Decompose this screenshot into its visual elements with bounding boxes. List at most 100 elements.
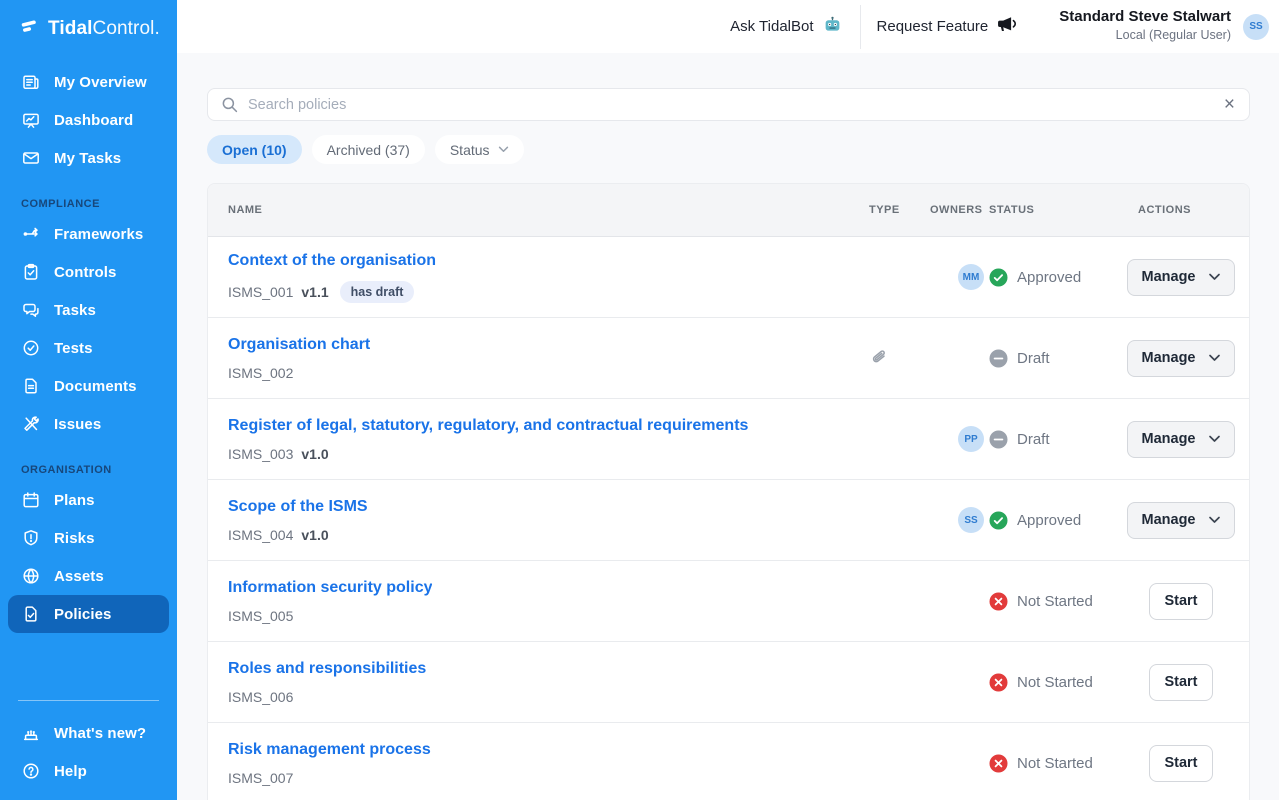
draft-minus-icon bbox=[989, 430, 1008, 449]
manage-button[interactable]: Manage bbox=[1127, 502, 1235, 539]
user-role: Local (Regular User) bbox=[1059, 27, 1231, 45]
manage-button[interactable]: Manage bbox=[1127, 340, 1235, 377]
status-label: Approved bbox=[1017, 269, 1081, 286]
policy-name-link[interactable]: Information security policy bbox=[228, 579, 432, 597]
policy-meta: ISMS_004 v1.0 bbox=[228, 527, 869, 543]
chevron-down-icon bbox=[498, 146, 509, 153]
column-header-type: TYPE bbox=[869, 204, 930, 216]
robot-icon bbox=[823, 15, 842, 38]
table-body: Context of the organisation ISMS_001 v1.… bbox=[208, 237, 1249, 800]
not-started-x-icon bbox=[989, 592, 1008, 611]
policy-name-link[interactable]: Risk management process bbox=[228, 741, 431, 759]
start-button[interactable]: Start bbox=[1149, 583, 1213, 620]
sidebar: TidalControl. My Overview Dashboard My T… bbox=[0, 0, 177, 800]
sidebar-item-frameworks[interactable]: Frameworks bbox=[8, 215, 169, 253]
brand-logo[interactable]: TidalControl. bbox=[0, 0, 177, 53]
policy-meta: ISMS_007 bbox=[228, 770, 869, 786]
filter-archived-37[interactable]: Archived (37) bbox=[312, 135, 425, 164]
owner-avatar: MM bbox=[958, 264, 984, 290]
sidebar-item-label: Plans bbox=[54, 492, 95, 509]
plans-icon bbox=[21, 490, 41, 510]
policy-meta: ISMS_005 bbox=[228, 608, 869, 624]
sidebar-item-risks[interactable]: Risks bbox=[8, 519, 169, 557]
policy-name-link[interactable]: Scope of the ISMS bbox=[228, 498, 368, 516]
policies-icon bbox=[21, 604, 41, 624]
megaphone-icon bbox=[997, 16, 1017, 37]
chat-icon bbox=[21, 300, 41, 320]
controls-icon bbox=[21, 262, 41, 282]
start-button[interactable]: Start bbox=[1149, 664, 1213, 701]
sidebar-item-policies[interactable]: Policies bbox=[8, 595, 169, 633]
policy-status-cell: Not Started bbox=[989, 592, 1127, 611]
sidebar-item-label: What's new? bbox=[54, 725, 146, 742]
sidebar-item-tasks[interactable]: Tasks bbox=[8, 291, 169, 329]
issues-icon bbox=[21, 414, 41, 434]
sidebar-item-my-tasks[interactable]: My Tasks bbox=[8, 139, 169, 177]
sidebar-item-plans[interactable]: Plans bbox=[8, 481, 169, 519]
owner-avatar: PP bbox=[958, 426, 984, 452]
policy-id: ISMS_002 bbox=[228, 365, 293, 381]
sidebar-item-controls[interactable]: Controls bbox=[8, 253, 169, 291]
policy-actions-cell: Manage bbox=[1127, 502, 1235, 539]
chevron-down-icon bbox=[1208, 273, 1221, 281]
policy-row: Risk management process ISMS_007 Not Sta… bbox=[208, 723, 1249, 800]
owner-avatar: SS bbox=[958, 507, 984, 533]
manage-label: Manage bbox=[1142, 512, 1196, 528]
search-bar: × bbox=[207, 88, 1250, 121]
policy-row: Scope of the ISMS ISMS_004 v1.0 SS Appro… bbox=[208, 480, 1249, 561]
filter-open-10[interactable]: Open (10) bbox=[207, 135, 302, 164]
filter-label: Open (10) bbox=[222, 142, 287, 158]
policy-owners-cell: MM bbox=[930, 264, 989, 290]
chevron-down-icon bbox=[1208, 435, 1221, 443]
policy-name-cell: Roles and responsibilities ISMS_006 bbox=[228, 660, 869, 705]
sidebar-nav: My Overview Dashboard My Tasks COMPLIANCE… bbox=[0, 63, 177, 633]
manage-button[interactable]: Manage bbox=[1127, 421, 1235, 458]
topbar: Ask TidalBot Request Feature Standard St… bbox=[177, 0, 1279, 53]
sidebar-item-assets[interactable]: Assets bbox=[8, 557, 169, 595]
policy-name-link[interactable]: Organisation chart bbox=[228, 336, 370, 354]
policy-name-cell: Scope of the ISMS ISMS_004 v1.0 bbox=[228, 498, 869, 543]
user-menu[interactable]: Standard Steve Stalwart Local (Regular U… bbox=[1059, 8, 1231, 44]
policy-actions-cell: Start bbox=[1127, 664, 1235, 701]
policy-name-link[interactable]: Context of the organisation bbox=[228, 252, 436, 270]
policy-row: Organisation chart ISMS_002 Draft Manage bbox=[208, 318, 1249, 399]
sidebar-item-issues[interactable]: Issues bbox=[8, 405, 169, 443]
sidebar-item-dashboard[interactable]: Dashboard bbox=[8, 101, 169, 139]
user-avatar[interactable]: SS bbox=[1243, 14, 1269, 40]
sidebar-section-compliance: COMPLIANCE bbox=[21, 198, 177, 210]
manage-button[interactable]: Manage bbox=[1127, 259, 1235, 296]
chevron-down-icon bbox=[1208, 516, 1221, 524]
help-icon bbox=[21, 761, 41, 781]
filter-status[interactable]: Status bbox=[435, 135, 524, 164]
sidebar-item-help[interactable]: Help bbox=[8, 752, 169, 790]
policy-row: Context of the organisation ISMS_001 v1.… bbox=[208, 237, 1249, 318]
policy-name-link[interactable]: Register of legal, statutory, regulatory… bbox=[228, 417, 748, 435]
sidebar-item-what-s-new[interactable]: What's new? bbox=[8, 714, 169, 752]
policy-meta: ISMS_002 bbox=[228, 365, 869, 381]
manage-label: Manage bbox=[1142, 350, 1196, 366]
not-started-x-icon bbox=[989, 754, 1008, 773]
close-icon[interactable]: × bbox=[1222, 95, 1237, 114]
assets-icon bbox=[21, 566, 41, 586]
policy-id: ISMS_001 bbox=[228, 284, 293, 300]
sidebar-item-label: Documents bbox=[54, 378, 137, 395]
policy-name-link[interactable]: Roles and responsibilities bbox=[228, 660, 426, 678]
policy-version: v1.1 bbox=[301, 284, 328, 300]
sidebar-item-tests[interactable]: Tests bbox=[8, 329, 169, 367]
policy-actions-cell: Manage bbox=[1127, 340, 1235, 377]
search-input[interactable] bbox=[248, 97, 1212, 113]
filter-label: Status bbox=[450, 142, 490, 158]
policy-type-cell bbox=[869, 347, 930, 369]
sidebar-item-label: Frameworks bbox=[54, 226, 143, 243]
status-label: Draft bbox=[1017, 431, 1050, 448]
policy-actions-cell: Start bbox=[1127, 745, 1235, 782]
start-button[interactable]: Start bbox=[1149, 745, 1213, 782]
column-header-actions: ACTIONS bbox=[1127, 204, 1235, 216]
documents-icon bbox=[21, 376, 41, 396]
sidebar-item-my-overview[interactable]: My Overview bbox=[8, 63, 169, 101]
sidebar-item-documents[interactable]: Documents bbox=[8, 367, 169, 405]
sidebar-item-label: Dashboard bbox=[54, 112, 133, 129]
status-label: Not Started bbox=[1017, 593, 1093, 610]
ask-tidalbot-button[interactable]: Ask TidalBot bbox=[730, 15, 841, 38]
request-feature-button[interactable]: Request Feature bbox=[877, 16, 1018, 37]
